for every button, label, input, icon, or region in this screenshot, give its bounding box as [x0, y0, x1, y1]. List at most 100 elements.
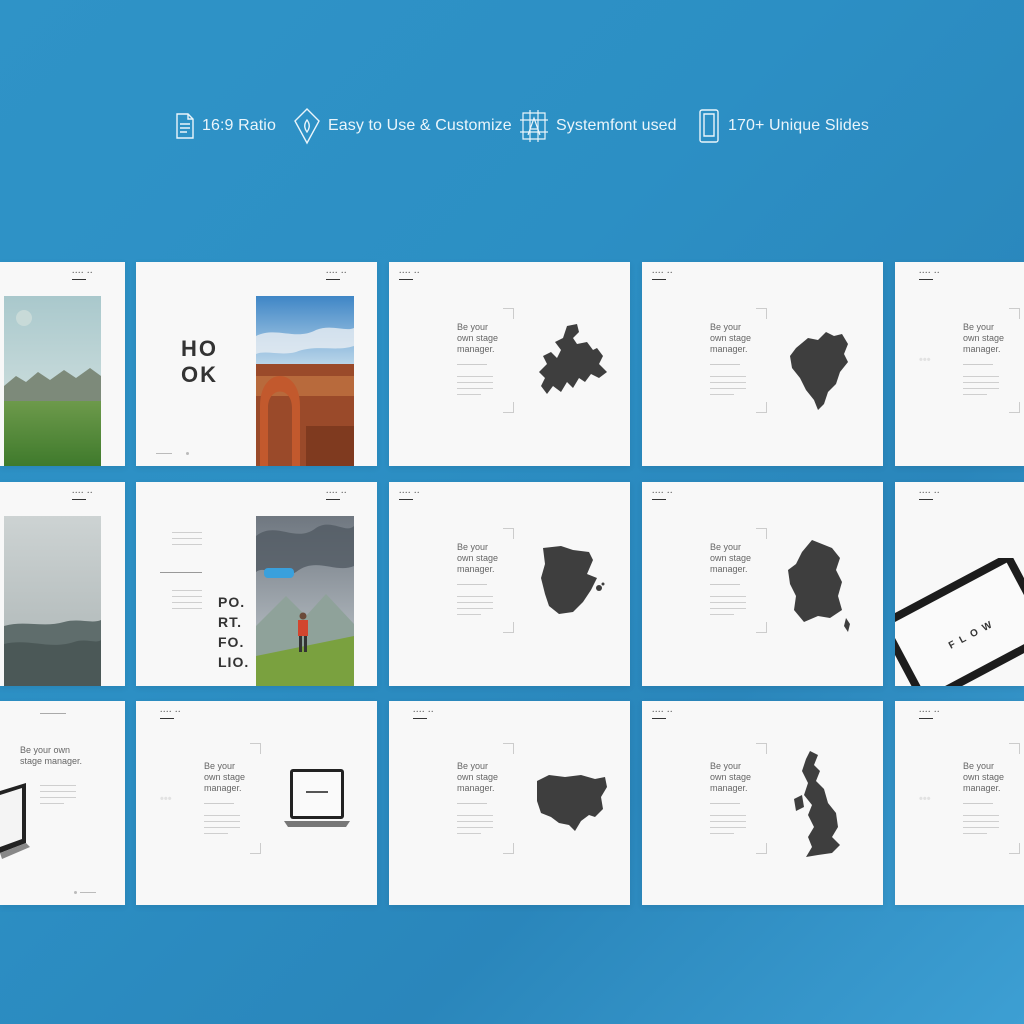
slide-brand: •••• •• [652, 709, 682, 719]
headline-line: manager. [710, 783, 748, 793]
usa-map-icon [537, 775, 607, 831]
slide-headline: Be your own stage manager. [710, 761, 770, 794]
bracket-bottom [1009, 402, 1020, 413]
headline-line: Be your [457, 542, 489, 552]
slide-landscape: •••• •• [0, 262, 125, 466]
slide-brand: •••• •• [652, 270, 682, 280]
slide-ghost-number: ••• [919, 354, 931, 366]
headline-line: own stage [963, 333, 1005, 343]
slide-usa: •••• •• Be your own stage manager. [389, 701, 630, 905]
headline-line: Be your [963, 322, 995, 332]
slide-brand: •••• •• [919, 490, 949, 500]
headline-line: manager. [457, 564, 495, 574]
phone-icon [699, 109, 719, 143]
slide-paragraph [457, 596, 493, 620]
slide-footer-dot [74, 891, 77, 894]
headline-line: Be your [457, 761, 489, 771]
slide-subline [40, 713, 66, 714]
laptop-icon [0, 783, 30, 859]
slide-brand: •••• •• [413, 709, 443, 719]
headline-line: own stage [963, 772, 1005, 782]
features-bar: 16:9 Ratio Easy to Use & Customize Syste… [0, 104, 1024, 148]
feature-systemfont-label: Systemfont used [556, 117, 677, 134]
sea-photo [4, 516, 101, 686]
slide-brand: •••• •• [652, 490, 682, 500]
house-icon [294, 108, 320, 145]
portfolio-title-line: PO. [218, 594, 246, 610]
arch-photo [256, 296, 354, 466]
headline-line: Be your [710, 761, 742, 771]
slide-laptop: •••• •• ••• Be your own stage manager. [136, 701, 377, 905]
slide-spain: •••• •• Be your own stage manager. [389, 482, 630, 686]
france-map-icon [788, 540, 850, 632]
slide-headline: Be your own stage manager. [457, 761, 517, 794]
slide-headline: Be your own stage manager. [710, 322, 770, 355]
slide-brand: •••• •• [326, 490, 356, 500]
slide-footer [80, 892, 96, 893]
slide-paragraph [963, 815, 999, 839]
hook-title: HO OK [181, 336, 218, 388]
headline-line: own stage [710, 772, 752, 782]
landscape-photo [4, 296, 101, 466]
slide-paragraph [204, 815, 240, 839]
slide-paragraph [710, 376, 746, 400]
portfolio-title-line: LIO. [218, 654, 250, 670]
font-icon [520, 110, 548, 142]
headline-line: own stage [457, 553, 499, 563]
headline-line: Be your [710, 542, 742, 552]
slide-brand: •••• •• [399, 490, 429, 500]
slide-subline [160, 572, 202, 573]
bracket-bottom [1009, 843, 1020, 854]
portfolio-title: PO. RT. FO. LIO. [218, 592, 249, 672]
spain-map-icon [541, 546, 605, 614]
slide-portfolio: •••• •• PO. RT. FO. LIO. [136, 482, 377, 686]
slide-headline: Be your own stage manager. [710, 542, 770, 575]
feature-ratio: 16:9 Ratio [176, 104, 276, 148]
headline-line: own stage [204, 772, 246, 782]
bracket-bottom [756, 622, 767, 633]
slide-ghost-number: ••• [919, 793, 931, 805]
slide-headline: Be your own stage manager. [963, 322, 1023, 355]
feature-slides-label: 170+ Unique Slides [728, 117, 870, 134]
slide-north-america: •••• •• Be your own stage manager. [642, 262, 883, 466]
slide-brand: •••• •• [919, 709, 949, 719]
headline-line: Be your [710, 322, 742, 332]
slide-stage-partial: •••• •• ••• Be your own stage manager. [895, 701, 1024, 905]
slide-headline: Be your own stage manager. [20, 745, 100, 767]
slide-subline [710, 803, 740, 804]
headline-line: own stage [457, 772, 499, 782]
headline-line: Be your own [20, 745, 71, 755]
slide-brand: •••• •• [160, 709, 190, 719]
slide-footer [156, 453, 172, 454]
portfolio-title-line: FO. [218, 634, 245, 650]
slide-paragraph [710, 815, 746, 839]
portfolio-title-line: RT. [218, 614, 242, 630]
bracket-bottom [756, 843, 767, 854]
laptop-icon [284, 769, 350, 827]
headline-line: own stage [710, 553, 752, 563]
feature-customize-label: Easy to Use & Customize [328, 117, 512, 134]
feature-systemfont: Systemfont used [520, 104, 677, 148]
bracket-bottom [250, 843, 261, 854]
slide-subline [204, 803, 234, 804]
slide-paragraph [172, 590, 202, 614]
bracket-bottom [503, 402, 514, 413]
slide-subline [963, 364, 993, 365]
headline-line: manager. [204, 783, 242, 793]
headline-line: manager. [457, 344, 495, 354]
bracket-top [756, 743, 767, 754]
slide-subline [710, 584, 740, 585]
slide-paragraph [963, 376, 999, 400]
document-icon [176, 113, 194, 139]
europe-map-icon [539, 324, 607, 394]
slide-paragraph [457, 376, 493, 400]
slide-stage-partial: •••• •• ••• Be your own stage manager. [895, 262, 1024, 466]
feature-slides: 170+ Unique Slides [698, 104, 869, 148]
slide-laptop-partial: Be your own stage manager. [0, 701, 125, 905]
slide-paragraph [40, 785, 76, 809]
hook-title-line-2: OK [181, 362, 218, 387]
slide-uk: •••• •• Be your own stage manager. [642, 701, 883, 905]
slide-hook: •••• •• HO OK [136, 262, 377, 466]
bracket-top [503, 528, 514, 539]
feature-ratio-label: 16:9 Ratio [202, 117, 276, 134]
